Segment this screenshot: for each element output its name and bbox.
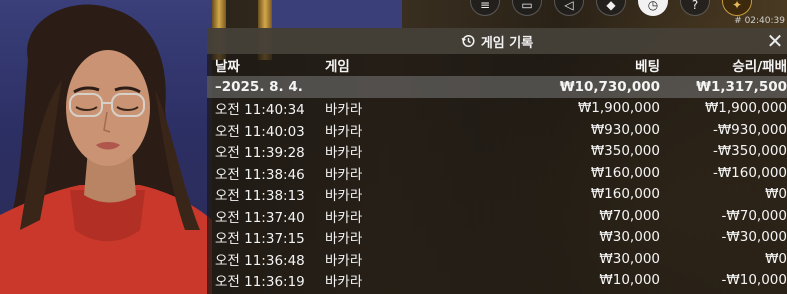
help-icon[interactable]: ? <box>680 0 710 16</box>
row-bet: ₩160,000 <box>590 186 660 203</box>
dealer-image <box>0 4 212 294</box>
row-result: -₩10,000 <box>721 272 787 289</box>
row-time: 오전 11:38:46 <box>215 166 305 183</box>
row-time: 오전 11:39:28 <box>215 145 305 162</box>
settings-icon[interactable]: ◆ <box>596 0 626 16</box>
row-result: -₩160,000 <box>712 164 787 181</box>
panel-header: 게임 기록 ✕ <box>207 28 787 54</box>
row-result: -₩70,000 <box>721 207 787 224</box>
row-result: ₩1,900,000 <box>704 100 787 117</box>
row-bet: ₩160,000 <box>590 164 660 181</box>
table-row[interactable]: 오전 11:36:19 바카라 ₩10,000 -₩10,000 <box>207 270 787 292</box>
row-time: 오전 11:36:48 <box>215 252 305 269</box>
date-group-date: –2025. 8. 4. <box>215 78 303 95</box>
row-bet: ₩70,000 <box>599 207 660 224</box>
row-bet: ₩10,000 <box>599 272 660 289</box>
history-table: 날짜 게임 베팅 승리/패배 –2025. 8. 4. ₩10,730,000 … <box>207 54 787 291</box>
header-game: 게임 <box>325 59 350 75</box>
date-group-result: ₩1,317,500 <box>696 78 787 95</box>
table-header: 날짜 게임 베팅 승리/패배 <box>207 54 787 76</box>
table-row[interactable]: 오전 11:37:40 바카라 ₩70,000 -₩70,000 <box>207 205 787 227</box>
row-time: 오전 11:40:34 <box>215 102 305 119</box>
session-id: # 02:40:39 <box>734 16 785 26</box>
row-game: 바카라 <box>325 274 363 291</box>
table-row[interactable]: 오전 11:40:03 바카라 ₩930,000 -₩930,000 <box>207 119 787 141</box>
row-time: 오전 11:40:03 <box>215 123 305 140</box>
sound-icon[interactable]: ◁ <box>554 0 584 16</box>
table-row[interactable]: 오전 11:38:46 바카라 ₩160,000 -₩160,000 <box>207 162 787 184</box>
header-result: 승리/패배 <box>732 59 787 75</box>
date-group-bet: ₩10,730,000 <box>559 78 660 95</box>
row-bet: ₩30,000 <box>599 229 660 246</box>
row-time: 오전 11:37:15 <box>215 231 305 248</box>
row-time: 오전 11:37:40 <box>215 209 305 226</box>
video-controls: ≡ ▭ ◁ ◆ ◷ ? ✦ <box>470 0 752 16</box>
history-clock-icon <box>461 34 475 48</box>
row-game: 바카라 <box>325 231 363 248</box>
row-game: 바카라 <box>325 102 363 119</box>
row-bet: ₩930,000 <box>590 121 660 138</box>
table-row[interactable]: 오전 11:37:15 바카라 ₩30,000 -₩30,000 <box>207 227 787 249</box>
row-game: 바카라 <box>325 166 363 183</box>
row-result: ₩0 <box>765 186 787 203</box>
chat-icon[interactable]: ▭ <box>512 0 542 16</box>
row-game: 바카라 <box>325 123 363 140</box>
row-result: -₩350,000 <box>712 143 787 160</box>
row-time: 오전 11:38:13 <box>215 188 305 205</box>
date-group-row[interactable]: –2025. 8. 4. ₩10,730,000 ₩1,317,500 <box>207 76 787 98</box>
menu-icon[interactable]: ≡ <box>470 0 500 16</box>
header-date: 날짜 <box>215 59 240 75</box>
panel-title: 게임 기록 <box>480 35 534 51</box>
header-bet: 베팅 <box>635 59 660 75</box>
fullscreen-icon[interactable]: ✦ <box>722 0 752 16</box>
table-row[interactable]: 오전 11:40:34 바카라 ₩1,900,000 ₩1,900,000 <box>207 98 787 120</box>
studio-wall <box>272 0 402 28</box>
table-row[interactable]: 오전 11:39:28 바카라 ₩350,000 -₩350,000 <box>207 141 787 163</box>
close-button[interactable]: ✕ <box>763 29 787 53</box>
row-time: 오전 11:36:19 <box>215 274 305 291</box>
row-game: 바카라 <box>325 209 363 226</box>
table-row[interactable]: 오전 11:36:48 바카라 ₩30,000 ₩0 <box>207 248 787 270</box>
row-result: -₩30,000 <box>721 229 787 246</box>
close-icon: ✕ <box>766 29 784 53</box>
row-game: 바카라 <box>325 145 363 162</box>
history-icon[interactable]: ◷ <box>638 0 668 16</box>
table-row[interactable]: 오전 11:38:13 바카라 ₩160,000 ₩0 <box>207 184 787 206</box>
panel-title-wrap: 게임 기록 <box>461 32 533 51</box>
row-bet: ₩1,900,000 <box>577 100 660 117</box>
row-bet: ₩30,000 <box>599 250 660 267</box>
row-game: 바카라 <box>325 252 363 269</box>
row-game: 바카라 <box>325 188 363 205</box>
game-history-panel: 게임 기록 ✕ 날짜 게임 베팅 승리/패배 –2025. 8. 4. ₩10,… <box>207 28 787 294</box>
row-result: ₩0 <box>765 250 787 267</box>
row-result: -₩930,000 <box>712 121 787 138</box>
row-bet: ₩350,000 <box>590 143 660 160</box>
